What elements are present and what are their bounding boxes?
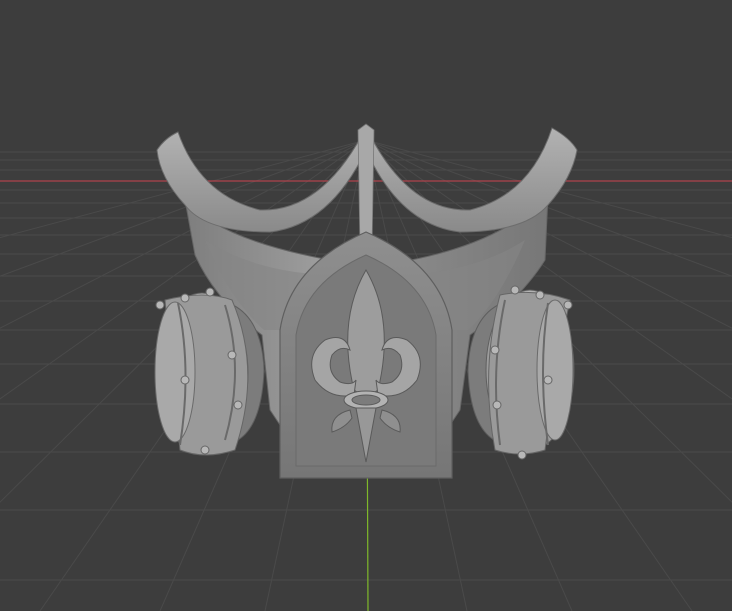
gas-mask-model[interactable] xyxy=(154,123,578,479)
3d-viewport[interactable] xyxy=(0,0,732,611)
